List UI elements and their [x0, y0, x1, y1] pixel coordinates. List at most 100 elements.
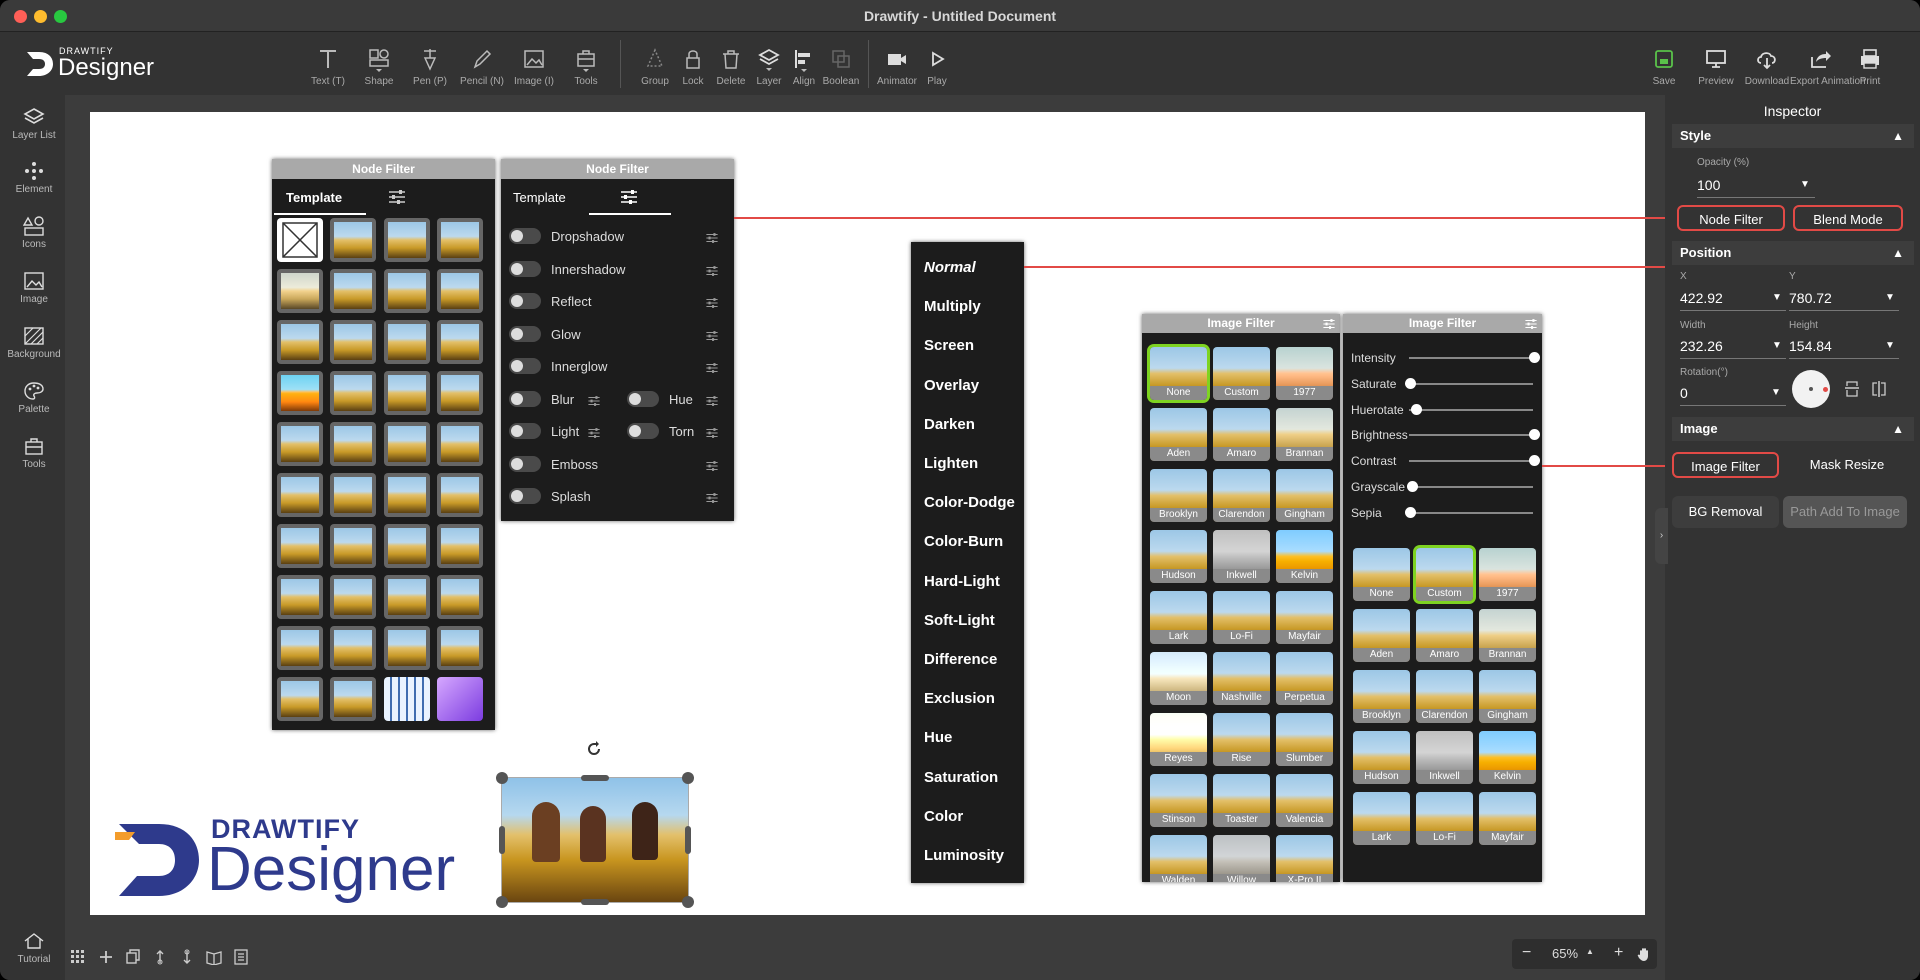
duplicate-page-icon[interactable]: [125, 949, 141, 965]
template-thumb[interactable]: [277, 371, 323, 415]
blend-mode-color-dodge[interactable]: Color-Dodge: [924, 494, 1015, 511]
filter-preset-walden[interactable]: Walden: [1150, 835, 1207, 882]
template-thumb[interactable]: [437, 320, 483, 364]
template-thumb[interactable]: [277, 677, 323, 721]
rotation-input[interactable]: 0: [1680, 385, 1688, 401]
sliders-icon[interactable]: [587, 426, 601, 438]
toggle-splash[interactable]: [509, 488, 541, 504]
flip-vertical-icon[interactable]: [1843, 380, 1861, 398]
position-section-header[interactable]: Position ▲: [1672, 241, 1914, 265]
template-thumb[interactable]: [330, 473, 376, 517]
sliders-icon[interactable]: [705, 231, 719, 243]
template-thumb[interactable]: [437, 473, 483, 517]
template-thumb[interactable]: [384, 677, 430, 721]
template-thumb[interactable]: [384, 269, 430, 313]
template-thumb[interactable]: [330, 626, 376, 670]
template-thumb[interactable]: [277, 473, 323, 517]
filter-preset-hudson[interactable]: Hudson: [1353, 731, 1410, 784]
sliders-icon[interactable]: [587, 394, 601, 406]
template-thumb[interactable]: [437, 626, 483, 670]
settings-sliders-icon[interactable]: [387, 189, 407, 205]
toggle-dropshadow[interactable]: [509, 228, 541, 244]
chevron-down-icon[interactable]: ▼: [1800, 179, 1810, 190]
toggle-innerglow[interactable]: [509, 358, 541, 374]
path-add-to-image-button[interactable]: Path Add To Image: [1783, 496, 1907, 528]
sliders-icon[interactable]: [705, 491, 719, 503]
sidebar-item-image[interactable]: Image: [0, 271, 68, 305]
filter-preset-slumber[interactable]: Slumber: [1276, 713, 1333, 766]
filter-preset-custom[interactable]: Custom: [1213, 347, 1270, 400]
blend-mode-hard-light[interactable]: Hard-Light: [924, 573, 1000, 590]
template-thumb[interactable]: [277, 422, 323, 466]
blend-mode-luminosity[interactable]: Luminosity: [924, 847, 1004, 864]
tools-tool[interactable]: Tools: [556, 46, 616, 87]
filter-preset-1977[interactable]: 1977: [1276, 347, 1333, 400]
sidebar-item-icons[interactable]: Icons: [0, 216, 68, 250]
move-page-down-icon[interactable]: [179, 949, 195, 965]
template-thumb[interactable]: [330, 422, 376, 466]
sliders-icon[interactable]: [705, 394, 719, 406]
collapse-inspector-button[interactable]: ›: [1655, 508, 1668, 564]
filter-preset-brooklyn[interactable]: Brooklyn: [1353, 670, 1410, 723]
zoom-in-button[interactable]: +: [1614, 944, 1623, 962]
blend-mode-hue[interactable]: Hue: [924, 729, 952, 746]
template-thumb[interactable]: [330, 269, 376, 313]
template-thumb[interactable]: [437, 269, 483, 313]
chevron-down-icon[interactable]: ▼: [1885, 340, 1895, 351]
filter-preset-kelvin[interactable]: Kelvin: [1479, 731, 1536, 784]
template-thumb[interactable]: [437, 677, 483, 721]
play-tool[interactable]: Play: [907, 46, 967, 87]
template-thumb[interactable]: [437, 371, 483, 415]
template-thumb[interactable]: [384, 575, 430, 619]
template-thumb[interactable]: [277, 626, 323, 670]
blend-mode-screen[interactable]: Screen: [924, 337, 974, 354]
image-section-header[interactable]: Image ▲: [1672, 417, 1914, 441]
template-thumb[interactable]: [277, 320, 323, 364]
resize-handle[interactable]: [682, 896, 694, 908]
filter-preset-amaro[interactable]: Amaro: [1213, 408, 1270, 461]
template-thumb[interactable]: [277, 575, 323, 619]
template-thumb[interactable]: [330, 575, 376, 619]
sidebar-item-palette[interactable]: Palette: [0, 381, 68, 415]
save-button[interactable]: Save: [1634, 46, 1694, 87]
template-thumb[interactable]: [437, 218, 483, 262]
template-thumb[interactable]: [277, 218, 323, 262]
canvas-logo[interactable]: DRAWTIFY Designer: [115, 810, 455, 910]
chevron-down-icon[interactable]: ▼: [1772, 340, 1782, 351]
template-thumb[interactable]: [330, 218, 376, 262]
template-thumb[interactable]: [384, 524, 430, 568]
mask-resize-button[interactable]: Mask Resize: [1789, 452, 1905, 478]
page-list-icon[interactable]: [233, 949, 249, 965]
filter-preset-reyes[interactable]: Reyes: [1150, 713, 1207, 766]
resize-handle[interactable]: [499, 826, 505, 854]
blend-mode-darken[interactable]: Darken: [924, 416, 975, 433]
node-filter-button[interactable]: Node Filter: [1677, 205, 1785, 231]
filter-preset-brannan[interactable]: Brannan: [1276, 408, 1333, 461]
bg-removal-button[interactable]: BG Removal: [1672, 496, 1779, 528]
template-thumb[interactable]: [437, 524, 483, 568]
sidebar-item-background[interactable]: Background: [0, 326, 68, 360]
add-page-icon[interactable]: [98, 949, 114, 965]
resize-handle[interactable]: [685, 826, 691, 854]
blend-mode-soft-light[interactable]: Soft-Light: [924, 612, 995, 629]
filter-preset-inkwell[interactable]: Inkwell: [1416, 731, 1473, 784]
print-button[interactable]: Print: [1840, 46, 1900, 87]
filter-preset-lark[interactable]: Lark: [1353, 792, 1410, 845]
blend-mode-exclusion[interactable]: Exclusion: [924, 690, 995, 707]
template-thumb[interactable]: [330, 371, 376, 415]
style-section-header[interactable]: Style ▲: [1672, 124, 1914, 148]
template-thumb[interactable]: [384, 371, 430, 415]
chevron-up-icon[interactable]: ▲: [1586, 947, 1594, 956]
resize-handle[interactable]: [496, 896, 508, 908]
blend-mode-saturation[interactable]: Saturation: [924, 769, 998, 786]
filter-preset-brannan[interactable]: Brannan: [1479, 609, 1536, 662]
toggle-innershadow[interactable]: [509, 260, 541, 277]
zoom-value[interactable]: 65%: [1552, 946, 1578, 961]
sidebar-item-layer-list[interactable]: Layer List: [0, 107, 68, 141]
resize-handle[interactable]: [581, 899, 609, 905]
image-tool[interactable]: Image (I): [504, 46, 564, 87]
chevron-down-icon[interactable]: ▼: [1771, 387, 1781, 398]
sliders-icon[interactable]: [705, 264, 719, 276]
filter-preset-stinson[interactable]: Stinson: [1150, 774, 1207, 827]
filter-preset-clarendon[interactable]: Clarendon: [1213, 469, 1270, 522]
